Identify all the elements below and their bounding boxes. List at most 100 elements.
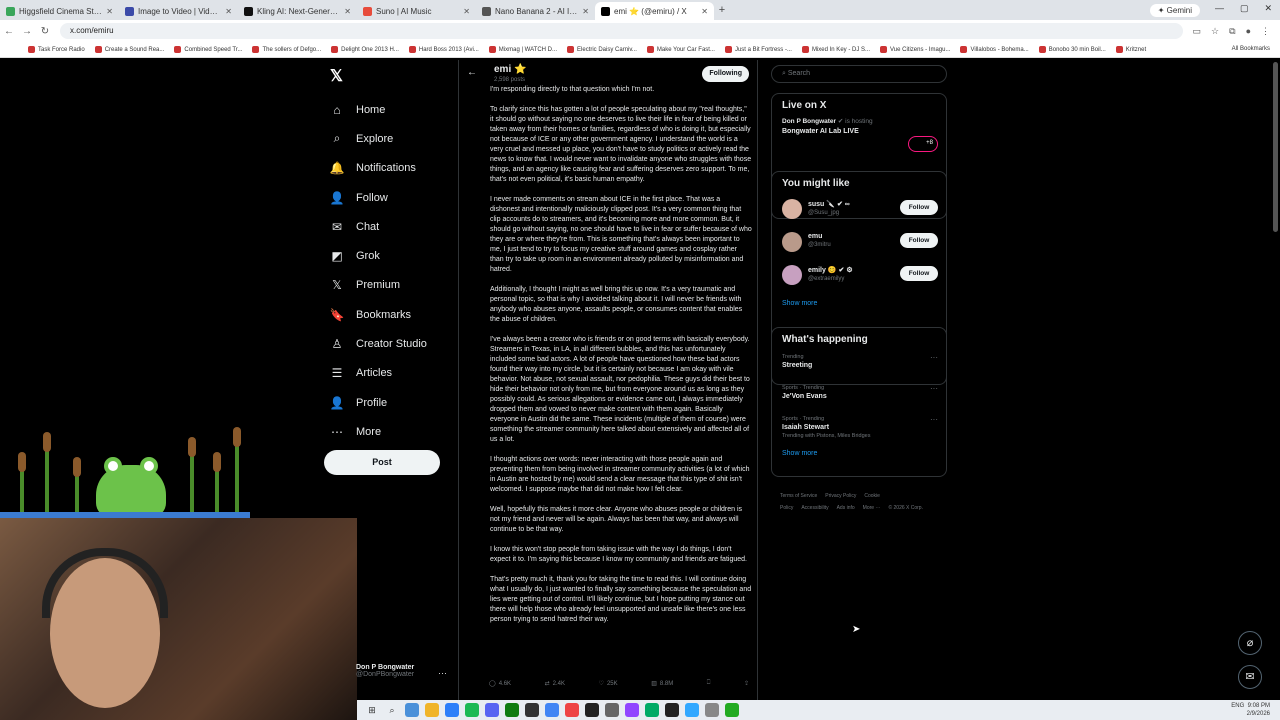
xbox-icon[interactable] — [505, 703, 519, 717]
scrollbar[interactable] — [1273, 62, 1278, 232]
bookmark-item[interactable]: Task Force Radio — [28, 46, 85, 53]
more-icon[interactable]: ··· — [930, 384, 938, 393]
footer-link[interactable]: Privacy Policy — [825, 493, 856, 499]
bookmark-button[interactable]: ⎕ — [707, 680, 711, 687]
menu-icon[interactable]: ⋮ — [1261, 26, 1270, 37]
bookmark-item[interactable]: Mixed In Key - DJ S... — [801, 46, 870, 53]
bookmark-item[interactable]: Bonobo 30 min Boil... — [1038, 46, 1106, 53]
close-icon[interactable]: ✕ — [1264, 3, 1272, 14]
x-logo-icon[interactable]: 𝕏 — [330, 66, 343, 86]
live-host[interactable]: Don P Bongwater ✔ is hosting — [772, 117, 946, 125]
avatar[interactable] — [782, 232, 802, 252]
browser-tab[interactable]: Image to Video | Vidu AI ✕ — [119, 2, 238, 20]
spotify-icon[interactable] — [465, 703, 479, 717]
post-button[interactable]: Post — [324, 450, 440, 475]
star-icon[interactable]: ☆ — [1211, 26, 1219, 37]
messages-float-icon[interactable]: ✉ — [1238, 665, 1262, 689]
live-listeners-badge[interactable]: +8 — [908, 136, 938, 152]
reply-button[interactable]: ◯ 4.6K — [489, 680, 511, 688]
cast-icon[interactable]: ▭ — [1193, 26, 1202, 37]
folder-icon[interactable] — [425, 703, 439, 717]
bookmark-item[interactable]: Mixmag | WATCH D... — [488, 46, 557, 53]
app-icon[interactable] — [605, 703, 619, 717]
bookmark-item[interactable]: The sollers of Defgo... — [252, 46, 321, 53]
trend-item[interactable]: Trending Streeting ··· — [772, 351, 946, 382]
url-input[interactable]: x.com/emiru — [60, 23, 1183, 39]
bookmark-item[interactable]: Create a Sound Rea... — [94, 46, 164, 53]
new-tab-button[interactable]: + — [714, 4, 730, 16]
bookmark-item[interactable]: Villalobos - Bohema... — [960, 46, 1029, 53]
reload-icon[interactable]: ↻ — [36, 26, 54, 37]
bookmark-item[interactable]: Make Your Car Fast... — [646, 46, 715, 53]
tab-close-icon[interactable]: ✕ — [463, 7, 470, 16]
forward-icon[interactable]: → — [18, 26, 36, 37]
bookmark-item[interactable]: Delight One 2013 H... — [331, 46, 399, 53]
sidebar-item-premium[interactable]: 𝕏 Premium — [330, 271, 460, 300]
sidebar-item-articles[interactable]: ☰ Articles — [330, 359, 460, 388]
views-button[interactable]: ▥ 8.8M — [651, 680, 673, 688]
like-button[interactable]: ♡ 25K — [599, 680, 618, 688]
footer-link[interactable]: Accessibility — [801, 505, 828, 511]
back-icon[interactable]: ← — [0, 26, 18, 37]
chrome-icon[interactable] — [545, 703, 559, 717]
footer-link[interactable]: © 2026 X Corp. — [888, 505, 923, 511]
premiere-icon[interactable] — [685, 703, 699, 717]
app-icon[interactable] — [585, 703, 599, 717]
sidebar-item-notifications[interactable]: 🔔 Notifications — [330, 154, 460, 183]
bookmark-item[interactable]: Just a Bit Fortress -... — [724, 46, 792, 53]
footer-link[interactable]: Ads info — [837, 505, 855, 511]
trend-item[interactable]: Sports · Trending Je'Von Evans ··· — [772, 382, 946, 413]
browser-tab[interactable]: Higgsfield Cinema Studio | Pro✕ — [0, 2, 119, 20]
app-icon[interactable] — [565, 703, 579, 717]
app-icon[interactable] — [645, 703, 659, 717]
browser-tab[interactable]: emi ⭐ (@emiru) / X ✕ — [595, 2, 714, 20]
bookmark-item[interactable]: Hard Boss 2013 (Avi... — [408, 46, 479, 53]
tab-close-icon[interactable]: ✕ — [225, 7, 232, 16]
back-arrow-icon[interactable]: ← — [467, 67, 477, 78]
bookmark-item[interactable]: Kritznet — [1115, 46, 1146, 53]
start-icon[interactable]: ⊞ — [365, 703, 379, 717]
all-bookmarks[interactable]: All Bookmarks — [1232, 46, 1270, 52]
sidebar-item-bookmarks[interactable]: 🔖 Bookmarks — [330, 300, 460, 329]
show-more-link[interactable]: Show more — [772, 294, 946, 313]
follow-button[interactable]: Follow — [900, 200, 938, 215]
sidebar-item-more[interactable]: ⋯ More — [330, 417, 460, 446]
browser-tab[interactable]: Suno | AI Music ✕ — [357, 2, 476, 20]
follow-button[interactable]: Follow — [900, 233, 938, 248]
edge-icon[interactable] — [445, 703, 459, 717]
account-switcher[interactable]: Don P Bongwater @DonPBongwater — [356, 664, 414, 678]
sidebar-item-explore[interactable]: ⌕ Explore — [330, 124, 460, 153]
profile-icon[interactable]: ● — [1246, 26, 1251, 37]
tab-close-icon[interactable]: ✕ — [701, 7, 708, 16]
more-icon[interactable]: ··· — [930, 415, 938, 424]
discord-icon[interactable] — [485, 703, 499, 717]
grok-float-icon[interactable]: ⌀ — [1238, 631, 1262, 655]
follow-button[interactable]: Follow — [900, 266, 938, 281]
share-button[interactable]: ⇪ — [744, 680, 749, 687]
tab-close-icon[interactable]: ✕ — [344, 7, 351, 16]
app-icon[interactable] — [525, 703, 539, 717]
more-icon[interactable]: ··· — [930, 353, 938, 362]
search-taskbar-icon[interactable]: ⌕ — [385, 703, 399, 717]
sidebar-item-chat[interactable]: ✉ Chat — [330, 212, 460, 241]
gemini-button[interactable]: ✦ Gemini — [1149, 4, 1200, 17]
bookmark-item[interactable]: Vue Citizens - Imagu... — [880, 46, 950, 53]
browser-tab[interactable]: Kling AI: Next-Generation AI Cr ✕ — [238, 2, 357, 20]
sidebar-item-home[interactable]: ⌂ Home — [330, 95, 460, 124]
terminal-icon[interactable] — [665, 703, 679, 717]
footer-link[interactable]: More ··· — [863, 505, 881, 511]
bookmark-item[interactable]: Combined Speed Tr... — [174, 46, 242, 53]
sidebar-item-follow[interactable]: 👤 Follow — [330, 183, 460, 212]
search-input[interactable]: ⌕ Search — [771, 65, 947, 83]
sidebar-item-creator-studio[interactable]: ♙ Creator Studio — [330, 329, 460, 358]
suggestion-item[interactable]: emily 😊 ✔ ⚙ @extraemilyy Follow — [772, 261, 946, 294]
bookmark-item[interactable]: Electric Daisy Carniv... — [567, 46, 637, 53]
avatar[interactable] — [782, 265, 802, 285]
sidebar-item-grok[interactable]: ◩ Grok — [330, 241, 460, 270]
sidebar-item-profile[interactable]: 👤 Profile — [330, 388, 460, 417]
suggestion-item[interactable]: susu 🔪 ✔ ∞ @Susu_jpg Follow — [772, 195, 946, 228]
tab-close-icon[interactable]: ✕ — [582, 7, 589, 16]
app-icon[interactable] — [725, 703, 739, 717]
avatar[interactable] — [782, 199, 802, 219]
minimize-icon[interactable]: — — [1215, 3, 1224, 14]
